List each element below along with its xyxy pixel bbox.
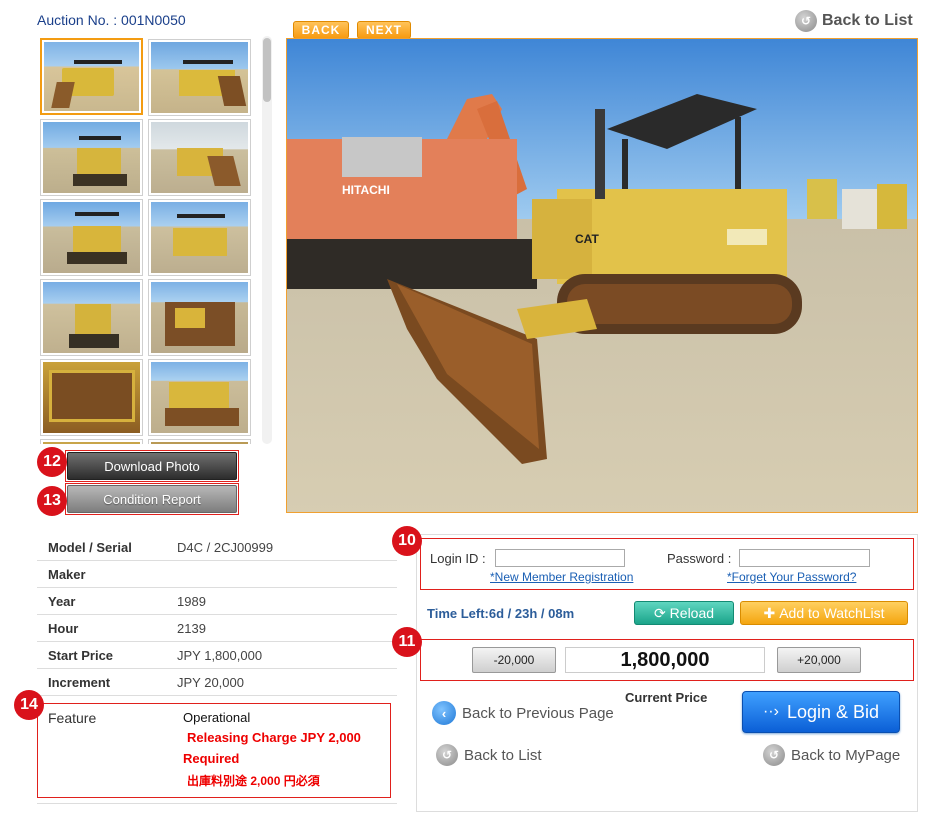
back-photo-button[interactable]: BACK <box>293 21 349 39</box>
callout-badge-feature: 14 <box>14 690 44 720</box>
svg-text:CAT: CAT <box>575 232 599 246</box>
spec-label: Year <box>48 593 76 609</box>
thumbnail[interactable] <box>148 39 251 116</box>
forgot-password-link[interactable]: *Forget Your Password? <box>727 570 856 584</box>
bulldozer-photo-image: HITACHI CAT <box>287 39 917 512</box>
back-to-list-link-bottom[interactable]: ↺ Back to List <box>436 744 542 766</box>
bulldozer-thumbnail-image <box>151 202 248 273</box>
new-member-registration-link[interactable]: *New Member Registration <box>490 570 633 584</box>
login-and-bid-button[interactable]: ··› Login & Bid <box>742 691 900 733</box>
spec-row-hour: Hour 2139 <box>37 615 397 642</box>
scrollbar-thumb[interactable] <box>263 38 271 102</box>
thumbnail[interactable] <box>148 359 251 436</box>
callout-badge-bid: 11 <box>392 627 422 657</box>
spec-value: JPY 20,000 <box>177 674 244 690</box>
add-to-watchlist-button[interactable]: ✚ Add to WatchList <box>740 601 908 625</box>
svg-text:HITACHI: HITACHI <box>342 183 390 197</box>
thumbnail[interactable] <box>40 439 143 444</box>
spec-value: 2139 <box>177 620 206 636</box>
spec-row-increment: Increment JPY 20,000 <box>37 669 397 696</box>
spec-table: Model / Serial D4C / 2CJ00999 Maker Year 1… <box>37 534 397 696</box>
spec-label: Increment <box>48 674 111 690</box>
increase-bid-button[interactable]: +20,000 <box>777 647 861 673</box>
thumbnail[interactable] <box>40 38 143 115</box>
password-label: Password : <box>667 551 732 566</box>
login-id-label: Login ID : <box>430 551 486 566</box>
auction-number: Auction No. : 001N0050 <box>37 12 186 28</box>
spec-label: Start Price <box>48 647 114 663</box>
thumbnail[interactable] <box>148 119 251 196</box>
bulldozer-thumbnail-image <box>151 282 248 353</box>
reload-label: Reload <box>669 605 715 621</box>
back-previous-label: Back to Previous Page <box>462 704 614 722</box>
password-input[interactable] <box>739 549 870 567</box>
current-price-label: Current Price <box>625 690 708 705</box>
spec-value: JPY 1,800,000 <box>177 647 263 663</box>
feature-note: Required <box>183 751 240 766</box>
callout-badge-condition: 13 <box>37 486 67 516</box>
bulldozer-thumbnail-image <box>151 122 248 193</box>
thumbnail[interactable] <box>148 439 251 444</box>
back-to-previous-page-link[interactable]: ‹ Back to Previous Page <box>432 701 614 725</box>
time-left: Time Left:6d / 23h / 08m <box>427 606 575 621</box>
spec-label: Model / Serial <box>48 539 132 555</box>
bulldozer-thumbnail-image <box>43 282 140 353</box>
feature-status: Operational <box>183 710 251 725</box>
plus-icon: ✚ <box>763 604 776 621</box>
bulldozer-thumbnail-image <box>43 202 140 273</box>
thumbnail[interactable] <box>148 279 251 356</box>
feature-note-japanese: 出庫料別途 2,000 円必須 <box>187 774 320 788</box>
back-to-list-label: Back to List <box>464 746 542 764</box>
spec-row-maker: Maker <box>37 561 397 588</box>
callout-badge-download: 12 <box>37 447 67 477</box>
thumbnail[interactable] <box>40 279 143 356</box>
download-photo-button[interactable]: Download Photo <box>67 452 237 480</box>
back-arrow-icon: ↺ <box>763 744 785 766</box>
login-bid-label: Login & Bid <box>786 701 880 722</box>
spec-row-year: Year 1989 <box>37 588 397 615</box>
bulldozer-thumbnail-image <box>43 122 140 193</box>
next-photo-button[interactable]: NEXT <box>357 21 411 39</box>
bulldozer-thumbnail-image <box>151 362 248 433</box>
bulldozer-thumbnail-image <box>44 42 139 111</box>
blade-closeup-thumbnail-image <box>43 362 140 433</box>
thumbnail-gallery <box>36 36 276 444</box>
bulldozer-thumbnail-image <box>151 442 248 444</box>
feature-label: Feature <box>48 710 97 726</box>
bulldozer-thumbnail-image <box>151 42 248 113</box>
back-to-mypage-link[interactable]: ↺ Back to MyPage <box>763 744 900 766</box>
back-to-list-label: Back to List <box>822 12 913 29</box>
back-arrow-icon: ‹ <box>432 701 456 725</box>
back-mypage-label: Back to MyPage <box>791 746 901 764</box>
spec-row-start-price: Start Price JPY 1,800,000 <box>37 642 397 669</box>
callout-badge-login: 10 <box>392 526 422 556</box>
login-id-input[interactable] <box>495 549 625 567</box>
thumbnail[interactable] <box>148 199 251 276</box>
back-arrow-icon: ↺ <box>436 744 458 766</box>
decrease-bid-button[interactable]: -20,000 <box>472 647 556 673</box>
divider <box>37 803 397 804</box>
arrow-right-icon: ··› <box>762 703 779 720</box>
thumbnail[interactable] <box>40 199 143 276</box>
bulldozer-thumbnail-image <box>43 442 140 444</box>
spec-label: Maker <box>48 566 86 582</box>
bid-amount-field[interactable]: 1,800,000 <box>565 647 765 673</box>
spec-value: D4C / 2CJ00999 <box>177 539 274 555</box>
thumbnail[interactable] <box>40 119 143 196</box>
back-to-list-link-top[interactable]: ↺ Back to List <box>795 10 913 32</box>
spec-row-model: Model / Serial D4C / 2CJ00999 <box>37 534 397 561</box>
watchlist-label: Add to WatchList <box>779 605 885 621</box>
condition-report-button[interactable]: Condition Report <box>67 485 237 513</box>
thumbnail[interactable] <box>40 359 143 436</box>
reload-icon: ⟳ <box>653 604 666 621</box>
main-photo[interactable]: HITACHI CAT <box>286 38 918 513</box>
spec-label: Hour <box>48 620 79 636</box>
reload-button[interactable]: ⟳ Reload <box>634 601 734 625</box>
spec-value: 1989 <box>177 593 206 609</box>
feature-note: Releasing Charge JPY 2,000 <box>187 730 361 745</box>
back-arrow-icon: ↺ <box>795 10 817 32</box>
